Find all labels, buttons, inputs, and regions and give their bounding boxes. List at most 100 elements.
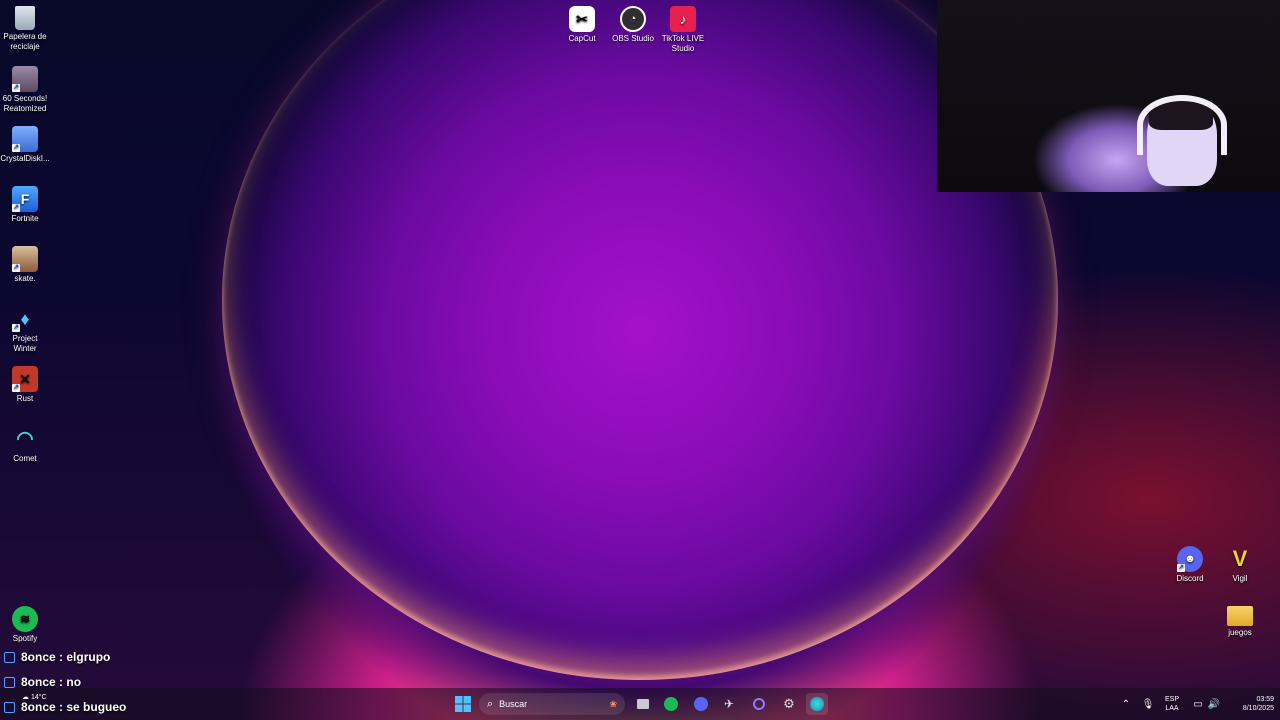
- chat-username: 8once: [21, 675, 56, 689]
- twitch-icon: [4, 701, 15, 713]
- chat-username: 8once: [21, 650, 56, 664]
- icon-label: Studio: [671, 44, 695, 53]
- chevron-up-icon: ⌃: [1121, 698, 1131, 710]
- desktop-icon-vigil[interactable]: V Vigil: [1215, 546, 1265, 584]
- chat-message: 8once : no: [4, 675, 81, 689]
- start-button[interactable]: [452, 693, 474, 715]
- crystaldiskinfo-icon: ↗: [12, 126, 38, 152]
- skate-game-icon: ↗: [12, 246, 38, 272]
- folder-icon: [1227, 606, 1253, 626]
- microphone-tray[interactable]: 🎙: [1137, 693, 1159, 715]
- taskbar-chatgpt[interactable]: ⚙: [778, 693, 800, 715]
- desktop-icon-skate[interactable]: ↗ skate.: [0, 246, 50, 284]
- capcut-icon: ✂: [569, 6, 595, 32]
- tiktok-live-studio-icon: ♪: [670, 6, 696, 32]
- file-explorer-icon: [637, 699, 649, 709]
- icon-label: Reatomized: [3, 104, 47, 113]
- desktop-icon-obs-studio[interactable]: ◔ OBS Studio: [608, 6, 658, 44]
- icon-label: TikTok LIVE: [661, 34, 705, 43]
- app-icon: [753, 698, 765, 710]
- icon-label: Project: [12, 334, 38, 343]
- language-code: ESP: [1164, 696, 1179, 703]
- headset: [1137, 95, 1227, 155]
- taskbar-steam[interactable]: ✈: [718, 693, 740, 715]
- desktop-icon-discord[interactable]: ☻ ↗ Discord: [1165, 546, 1215, 584]
- icon-label: reciclaje: [10, 42, 40, 51]
- spotify-icon: ≋: [12, 606, 38, 632]
- icon-label: CapCut: [568, 34, 596, 43]
- desktop-icon-recycle-bin[interactable]: Papelera de reciclaje: [0, 6, 50, 52]
- vigil-icon: V: [1232, 546, 1248, 571]
- chat-separator: :: [55, 675, 67, 689]
- clock[interactable]: 03:59 8/10/2025: [1224, 695, 1274, 713]
- show-hidden-icons-button[interactable]: ⌃: [1115, 693, 1137, 715]
- taskbar-app[interactable]: [748, 693, 770, 715]
- chat-text: no: [66, 675, 82, 689]
- chat-separator: :: [55, 700, 67, 714]
- discord-icon: [694, 697, 708, 711]
- clock-date: 8/10/2025: [1242, 705, 1274, 712]
- twitch-icon: [4, 676, 15, 688]
- chat-message: 8once : elgrupo: [4, 650, 110, 664]
- chat-message: 8once : se bugueo: [4, 700, 126, 714]
- comet-browser-icon: ◠: [16, 428, 34, 450]
- icon-label: Vigil: [1232, 574, 1248, 583]
- project-winter-icon: ♦ ↗: [12, 309, 30, 332]
- chat-separator: :: [55, 650, 67, 664]
- desktop-icon-capcut[interactable]: ✂ CapCut: [557, 6, 607, 44]
- keyboard-layout: LAA: [1165, 705, 1179, 712]
- icon-label: Spotify: [12, 634, 38, 643]
- steam-icon: ✈: [723, 697, 735, 711]
- taskbar-file-explorer[interactable]: [632, 693, 654, 715]
- discord-icon: ☻ ↗: [1177, 546, 1203, 572]
- taskbar-discord[interactable]: [690, 693, 712, 715]
- volume-tray[interactable]: 🔊: [1203, 693, 1225, 715]
- taskbar-search[interactable]: ⌕ Buscar ❀: [479, 693, 625, 715]
- icon-label: Rust: [16, 394, 34, 403]
- taskbar-spotify[interactable]: [660, 693, 682, 715]
- language-indicator[interactable]: ESP LAA: [1160, 695, 1184, 713]
- browser-icon: [810, 697, 824, 711]
- chat-username: 8once: [21, 700, 56, 714]
- icon-label: Discord: [1176, 574, 1204, 583]
- chat-text: elgrupo: [66, 650, 111, 664]
- desktop-icon-crystaldiskinfo[interactable]: ↗ CrystalDiskI...: [0, 126, 50, 164]
- start-icon: [455, 696, 471, 712]
- icon-label: Fortnite: [11, 214, 39, 223]
- taskbar: ☁ 14°C ⌕ Buscar ❀ ✈ ⚙ ⌃ 🎙 ESP LAA ▭ 🔊 03…: [0, 688, 1280, 720]
- desktop-icon-rust[interactable]: ✕ ↗ Rust: [0, 366, 50, 404]
- search-highlight-icon: ❀: [609, 698, 617, 709]
- icon-label: Papelera de: [3, 32, 47, 41]
- desktop-icon-spotify[interactable]: ≋ Spotify: [0, 606, 50, 644]
- icon-label: CrystalDiskI...: [0, 154, 50, 163]
- obs-studio-icon: ◔: [620, 6, 646, 32]
- webcam-overlay: [937, 0, 1280, 192]
- icon-label: OBS Studio: [612, 34, 654, 43]
- recycle-bin-icon: [15, 6, 35, 30]
- desktop-icon-project-winter[interactable]: ♦ ↗ Project Winter: [0, 306, 50, 354]
- icon-label: Comet: [13, 454, 37, 463]
- 60-seconds-game-icon: ↗: [12, 66, 38, 92]
- desktop-icon-comet[interactable]: ◠ Comet: [0, 426, 50, 464]
- fortnite-icon: F ↗: [12, 186, 38, 212]
- clock-time: 03:59: [1256, 696, 1274, 703]
- network-icon: ▭: [1193, 698, 1203, 710]
- icon-label: juegos: [1228, 628, 1252, 637]
- volume-icon: 🔊: [1207, 698, 1221, 710]
- icon-label: 60 Seconds!: [2, 94, 48, 103]
- icon-label: Winter: [13, 344, 37, 353]
- chat-text: se bugueo: [66, 700, 127, 714]
- chatgpt-icon: ⚙: [783, 696, 795, 711]
- spotify-icon: [664, 697, 678, 711]
- twitch-icon: [4, 651, 15, 663]
- search-icon: ⌕: [487, 697, 494, 710]
- rust-game-icon: ✕ ↗: [12, 366, 38, 392]
- desktop-icon-tiktok-live-studio[interactable]: ♪ TikTok LIVE Studio: [658, 6, 708, 54]
- desktop-icon-fortnite[interactable]: F ↗ Fortnite: [0, 186, 50, 224]
- desktop-icon-juegos-folder[interactable]: juegos: [1215, 606, 1265, 638]
- desktop-icon-60-seconds[interactable]: ↗ 60 Seconds! Reatomized: [0, 66, 50, 114]
- taskbar-browser[interactable]: [806, 693, 828, 715]
- icon-label: skate.: [14, 274, 36, 283]
- microphone-icon: 🎙: [1141, 698, 1155, 710]
- search-placeholder: Buscar: [499, 699, 528, 709]
